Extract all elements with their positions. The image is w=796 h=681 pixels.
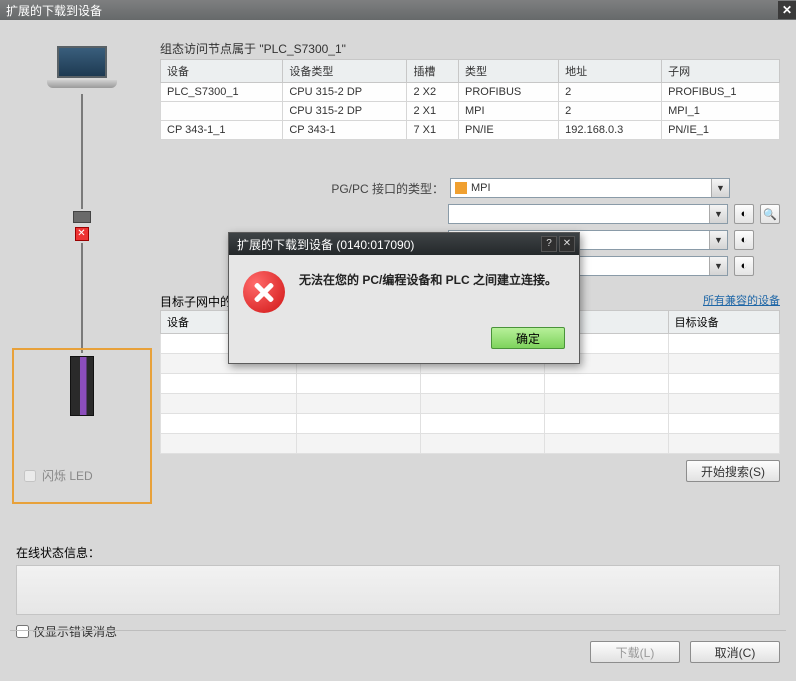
pgpc-interface-select[interactable]: ▼ (448, 204, 728, 224)
pgpc-type-select[interactable]: MPI ▼ (450, 178, 730, 198)
col-addr: 地址 (559, 60, 662, 83)
window-close-button[interactable]: ✕ (778, 1, 796, 19)
flash-led-checkbox[interactable] (24, 470, 36, 482)
status-area: 在线状态信息： 仅显示错误消息 (16, 544, 780, 640)
config-nodes-table: 设备 设备类型 插槽 类型 地址 子网 PLC_S7300_1 CPU 315-… (160, 59, 780, 140)
chevron-down-icon: ▼ (711, 179, 729, 197)
footer-buttons: 下载(L) 取消(C) (590, 641, 780, 663)
table-row[interactable]: PLC_S7300_1 CPU 315-2 DP 2 X2 PROFIBUS 2… (161, 83, 780, 102)
flash-led-label: 闪烁 LED (42, 467, 93, 484)
window-title: 扩展的下载到设备 (6, 2, 102, 19)
only-errors-label: 仅显示错误消息 (33, 623, 117, 640)
col-subnet: 子网 (662, 60, 780, 83)
compatible-devices-link[interactable]: 所有兼容的设备 (703, 292, 780, 308)
status-messages-box[interactable] (16, 565, 780, 615)
window-titlebar: 扩展的下载到设备 ✕ (0, 0, 796, 20)
main-panel: ✕ 闪烁 LED 组态访问节点属于 "PLC_S7300_1" 设备 设备类型 … (0, 20, 796, 681)
col-target-targetdev: 目标设备 (668, 311, 779, 334)
dialog-titlebar: 扩展的下载到设备 (0140:017090) ? ✕ (229, 233, 579, 255)
download-button[interactable]: 下载(L) (590, 641, 680, 663)
cancel-button[interactable]: 取消(C) (690, 641, 780, 663)
plc-icon (70, 356, 94, 416)
dialog-title: 扩展的下载到设备 (0140:017090) (237, 236, 414, 253)
mpi-icon (455, 182, 467, 194)
target-device-frame: 闪烁 LED (12, 348, 152, 504)
col-devtype: 设备类型 (283, 60, 407, 83)
configure-connection-button[interactable]: ◐ (734, 230, 754, 250)
dialog-close-button[interactable]: ✕ (559, 236, 575, 252)
error-icon (243, 271, 285, 313)
table-row[interactable] (161, 414, 780, 434)
table-row[interactable] (161, 374, 780, 394)
error-dialog: 扩展的下载到设备 (0140:017090) ? ✕ 无法在您的 PC/编程设备… (228, 232, 580, 364)
dialog-ok-button[interactable]: 确定 (491, 327, 565, 349)
chevron-down-icon: ▼ (709, 231, 727, 249)
dialog-message: 无法在您的 PC/编程设备和 PLC 之间建立连接。 (299, 271, 557, 313)
target-heading: 目标子网中的 (160, 293, 232, 310)
connection-error-icon: ✕ (75, 227, 89, 241)
search-interface-button[interactable]: 🔍 (760, 204, 780, 224)
configure-gateway-button[interactable]: ◐ (734, 256, 754, 276)
pc-icon (47, 46, 117, 94)
table-row[interactable] (161, 394, 780, 414)
col-slot: 插槽 (407, 60, 459, 83)
status-heading: 在线状态信息： (16, 544, 780, 561)
table-row[interactable]: CP 343-1_1 CP 343-1 7 X1 PN/IE 192.168.0… (161, 121, 780, 140)
footer-separator (10, 630, 786, 631)
start-search-button[interactable]: 开始搜索(S) (686, 460, 780, 482)
dialog-help-button[interactable]: ? (541, 236, 557, 252)
chevron-down-icon: ▼ (709, 257, 727, 275)
interface-node-icon (73, 211, 91, 223)
chevron-down-icon: ▼ (709, 205, 727, 223)
pgpc-type-label: PG/PC 接口的类型： (304, 180, 444, 197)
configure-interface-button[interactable]: ◐ (734, 204, 754, 224)
wire-segment (81, 94, 83, 209)
col-device: 设备 (161, 60, 283, 83)
col-type: 类型 (459, 60, 559, 83)
only-errors-checkbox[interactable] (16, 625, 29, 638)
wire-segment (81, 243, 83, 353)
table-row[interactable] (161, 434, 780, 454)
table-row[interactable]: CPU 315-2 DP 2 X1 MPI 2 MPI_1 (161, 102, 780, 121)
config-nodes-heading: 组态访问节点属于 "PLC_S7300_1" (160, 40, 780, 57)
